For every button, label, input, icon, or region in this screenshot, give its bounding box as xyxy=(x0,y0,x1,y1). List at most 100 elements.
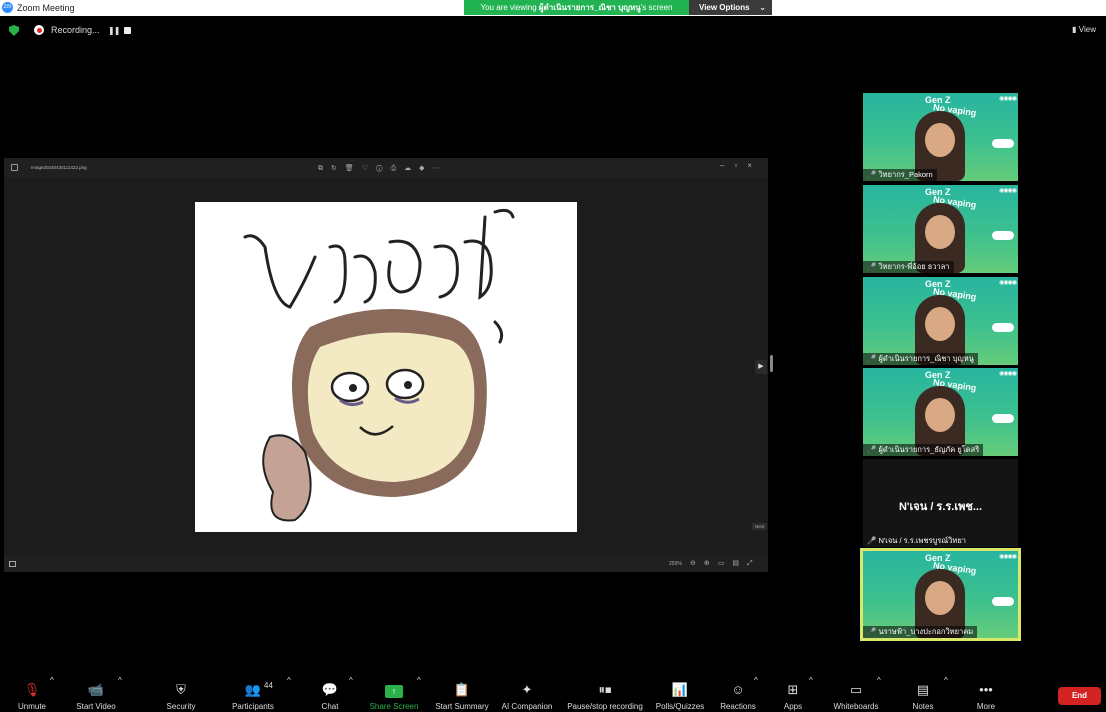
pause-stop-icon: ⏸⏹ xyxy=(598,682,612,697)
shared-screen: Image20240430111422.png ⧉↻🗑♡ⓘ⎙☁◆⋯ –▫× ▶ … xyxy=(4,158,768,572)
apps-label: Apps xyxy=(783,702,803,711)
whiteboards-caret-icon[interactable]: ^ xyxy=(877,676,881,712)
active-speaker-tile[interactable]: Gen Z No vaping ◉◉◉◉ 🎤 นราษฟ้า_บางปะกอกว… xyxy=(860,548,1021,641)
notes-button[interactable]: ▤ Notes xyxy=(906,676,940,712)
tile-decor-icons: ◉◉◉◉ xyxy=(999,371,1017,377)
sparkle-icon: ✦ xyxy=(521,682,533,697)
ai-companion-button[interactable]: ✦ AI Companion xyxy=(499,676,555,712)
pause-stop-recording-button[interactable]: ⏸⏹ Pause/stop recording xyxy=(564,676,646,712)
apps-caret-icon[interactable]: ^ xyxy=(809,676,813,712)
photo-viewer-statusbar xyxy=(4,556,768,572)
participants-caret-icon[interactable]: ^ xyxy=(287,676,291,712)
participant-name: 🎤 ผู้ดำเนินรายการ_ณิชา บุญหนู xyxy=(863,353,978,365)
muted-mic-icon: 🎙 xyxy=(23,682,41,697)
participants-label: Participants xyxy=(232,702,274,711)
whiteboard-icon: ▭ xyxy=(849,682,863,697)
start-video-button[interactable]: 📹 Start Video xyxy=(70,676,122,712)
participant-name-text: N'เจน / ร.ร.เพชรบูรณ์วิทยา xyxy=(878,536,966,545)
reactions-caret-icon[interactable]: ^ xyxy=(754,676,758,712)
participant-tile-no-video[interactable]: N'เจน / ร.ร.เพช... 🎤 N'เจน / ร.ร.เพชรบูร… xyxy=(863,459,1018,547)
tile-decor-icons: ◉◉◉◉ xyxy=(999,96,1017,102)
security-button[interactable]: ⛨ Security xyxy=(160,676,202,712)
more-label: More xyxy=(976,702,996,711)
apps-icon: ⊞ xyxy=(787,682,799,697)
meeting-top-bar: Recording... ❚❚ ▮ View xyxy=(0,16,1106,44)
notes-caret-icon[interactable]: ^ xyxy=(944,676,948,712)
zoom-tools: ⊖⊕▭▤⤢ xyxy=(690,560,761,567)
photo-edit-tools: ⧉↻🗑♡ⓘ⎙☁◆⋯ xyxy=(318,165,448,172)
summary-icon: 📋 xyxy=(453,682,471,697)
more-dots-icon: ••• xyxy=(979,682,993,697)
share-screen-button[interactable]: ↑ Share Screen xyxy=(368,676,420,712)
viewing-screen-banner: You are viewing ผู้ดำเนินรายการ_ณิชา บุญ… xyxy=(464,0,689,15)
cloud-icon xyxy=(992,231,1014,240)
tile-decor-icons: ◉◉◉◉ xyxy=(999,280,1017,286)
photos-app-icon xyxy=(11,164,18,171)
cartoon-sticker-image xyxy=(243,208,515,522)
polls-quizzes-button[interactable]: 📊 Polls/Quizzes xyxy=(653,676,707,712)
unmute-button[interactable]: 🎙 Unmute xyxy=(12,676,52,712)
pause-recording-label: Pause/stop recording xyxy=(567,702,643,711)
participant-name: 🎤 นราษฟ้า_บางปะกอกวิทยาคม xyxy=(863,626,978,638)
video-options-caret-icon[interactable]: ^ xyxy=(118,676,122,712)
participant-name-text: ผู้ดำเนินรายการ_ธัญภัค ยูโดสริ xyxy=(878,445,980,454)
whiteboards-button[interactable]: ▭ Whiteboards xyxy=(830,676,882,712)
recording-status: Recording... xyxy=(51,25,100,35)
unmute-label: Unmute xyxy=(17,702,46,711)
next-image-arrow-icon[interactable]: ▶ xyxy=(755,360,767,374)
notes-icon: ▤ xyxy=(916,682,930,697)
shared-image-sticker xyxy=(195,202,577,532)
apps-button[interactable]: ⊞ Apps xyxy=(778,676,808,712)
participant-name: 🎤 วิทยากร-พี่อ้อย ธวาลา xyxy=(863,261,954,273)
stop-recording-icon[interactable] xyxy=(124,27,131,34)
view-options-button[interactable]: View Options ⌄ xyxy=(689,0,772,15)
zoom-app-icon: zm xyxy=(2,2,13,13)
pause-recording-icon[interactable]: ❚❚ xyxy=(108,26,120,35)
tile-decor-icons: ◉◉◉◉ xyxy=(999,188,1017,194)
view-options-label: View Options xyxy=(699,3,750,12)
participant-tile[interactable]: Gen Z No vaping ◉◉◉◉ 🎤 ผู้ดำเนินรายการ_ณ… xyxy=(863,277,1018,365)
cloud-icon xyxy=(992,323,1014,332)
participant-display-name: N'เจน / ร.ร.เพช... xyxy=(898,501,983,513)
view-button[interactable]: ▮ View xyxy=(1072,25,1096,34)
participant-tile[interactable]: Gen Z No vaping ◉◉◉◉ 🎤 วิทยากร_Pakorn xyxy=(863,93,1018,181)
next-image-label[interactable]: Next xyxy=(752,523,768,530)
zoom-level: 259% xyxy=(669,561,682,567)
recording-icon xyxy=(34,25,44,35)
shared-file-name: Image20240430111422.png xyxy=(31,165,87,170)
tile-decor-icons: ◉◉◉◉ xyxy=(999,554,1017,560)
start-video-label: Start Video xyxy=(76,702,116,711)
banner-presenter: ผู้ดำเนินรายการ_ณิชา บุญหนู xyxy=(538,3,641,12)
encryption-shield-icon[interactable] xyxy=(9,25,19,36)
participants-count: 44 xyxy=(264,681,273,690)
participant-tile[interactable]: Gen Z No vaping ◉◉◉◉ 🎤 วิทยากร-พี่อ้อย ธ… xyxy=(863,185,1018,273)
share-screen-label: Share Screen xyxy=(369,702,419,711)
whiteboards-label: Whiteboards xyxy=(833,702,879,711)
chat-icon: 💬 xyxy=(321,682,339,697)
more-button[interactable]: ••• More xyxy=(970,676,1002,712)
end-meeting-button[interactable]: End xyxy=(1058,687,1101,705)
participant-name-text: วิทยากร_Pakorn xyxy=(878,170,933,179)
participant-name: 🎤 ผู้ดำเนินรายการ_ธัญภัค ยูโดสริ xyxy=(863,444,984,456)
participant-name: 🎤 วิทยากร_Pakorn xyxy=(863,169,937,181)
shield-icon: ⛨ xyxy=(176,682,186,697)
share-caret-icon[interactable]: ^ xyxy=(417,676,421,712)
banner-suffix: 's screen xyxy=(640,3,673,12)
cloud-icon xyxy=(992,414,1014,423)
audio-options-caret-icon[interactable]: ^ xyxy=(50,676,54,712)
cloud-icon xyxy=(992,597,1014,606)
video-off-icon: 📹 xyxy=(87,682,105,697)
chat-button[interactable]: 💬 Chat xyxy=(312,676,348,712)
start-summary-label: Start Summary xyxy=(435,702,489,711)
scrollbar[interactable] xyxy=(770,355,773,372)
share-screen-icon: ↑ xyxy=(385,685,403,698)
chevron-down-icon: ⌄ xyxy=(759,3,766,12)
chat-caret-icon[interactable]: ^ xyxy=(349,676,353,712)
start-summary-button[interactable]: 📋 Start Summary xyxy=(433,676,491,712)
participant-tile[interactable]: Gen Z No vaping ◉◉◉◉ 🎤 ผู้ดำเนินรายการ_ธ… xyxy=(863,368,1018,456)
cloud-icon xyxy=(992,139,1014,148)
chat-label: Chat xyxy=(321,702,339,711)
participant-name-text: ผู้ดำเนินรายการ_ณิชา บุญหนู xyxy=(878,354,974,363)
window-controls: –▫× xyxy=(720,161,762,170)
filmstrip-icon[interactable] xyxy=(9,561,16,567)
